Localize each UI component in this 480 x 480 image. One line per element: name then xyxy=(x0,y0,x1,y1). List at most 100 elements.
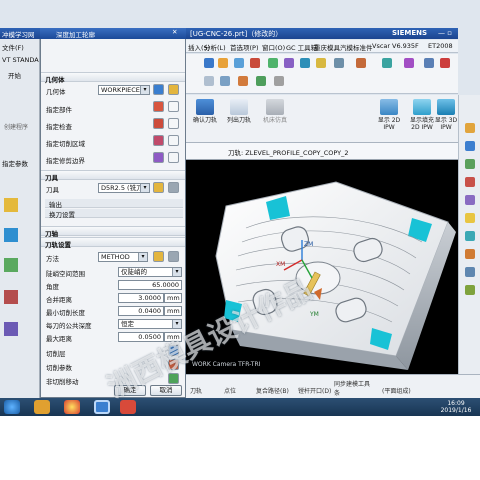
specify-cut-area-icon[interactable] xyxy=(153,135,164,146)
menu-preferences[interactable]: 首选项(P) xyxy=(230,42,259,52)
window-controls[interactable]: — ▫ xyxy=(438,29,452,37)
section-tool-axis[interactable]: 刀轴 xyxy=(41,226,185,238)
method-select[interactable]: METHOD xyxy=(98,252,148,262)
tool-change-row[interactable]: 换刀设置 xyxy=(45,209,183,219)
view-icon[interactable] xyxy=(334,58,344,68)
specify-cut-area-display-icon[interactable] xyxy=(168,135,179,146)
angle-input[interactable]: 65.0000 xyxy=(118,280,182,290)
help-icon[interactable] xyxy=(440,58,450,68)
min-cut-length-input[interactable]: 0.0400 xyxy=(118,306,164,316)
bottom-tool-toolpath[interactable]: 刀轨 xyxy=(190,386,202,395)
tool-new-icon[interactable] xyxy=(168,182,179,193)
redo-icon[interactable] xyxy=(250,58,260,68)
tool-select[interactable]: D5R2.5 (铣刀- xyxy=(98,183,150,193)
palette-mold-icon[interactable] xyxy=(465,249,475,259)
section-path-settings[interactable]: 刀轨设置 xyxy=(41,237,185,249)
taskbar-nx-icon[interactable] xyxy=(94,400,110,414)
palette-tools-icon[interactable] xyxy=(465,267,475,277)
palette-history-icon[interactable] xyxy=(465,159,475,169)
layer-icon[interactable] xyxy=(356,58,366,68)
specify-check-display-icon[interactable] xyxy=(168,118,179,129)
taskbar-chrome-icon[interactable] xyxy=(64,400,80,414)
left-method-icon[interactable] xyxy=(4,322,18,336)
bottom-tool-composite[interactable]: 复合路径(B) xyxy=(256,386,289,395)
left-tree-icon[interactable] xyxy=(4,258,18,272)
specify-trim-display-icon[interactable] xyxy=(168,152,179,163)
taskbar-explorer-icon[interactable] xyxy=(34,400,50,414)
left-nav-icon[interactable] xyxy=(4,228,18,242)
method-edit-icon[interactable] xyxy=(153,251,164,262)
left-start-menu[interactable]: 开始 xyxy=(8,70,21,80)
merge-distance-input[interactable]: 3.0000 xyxy=(118,293,164,303)
geometry-new-icon[interactable] xyxy=(168,84,179,95)
verify-toolpath-button[interactable]: 确认刀轨 xyxy=(190,99,220,124)
machine-sim-button[interactable]: 机床仿真 xyxy=(260,99,290,124)
left-menu-file[interactable]: 文件(F) xyxy=(2,42,24,52)
palette-web-icon[interactable] xyxy=(465,195,475,205)
ipw-2d-label: 显示 2D IPW xyxy=(377,117,401,131)
ipw-2d-button[interactable]: 显示 2D IPW xyxy=(372,99,406,131)
palette-nav-icon[interactable] xyxy=(465,141,475,151)
depth-per-cut-select[interactable]: 恒定 xyxy=(118,319,182,329)
measure-icon[interactable] xyxy=(424,58,434,68)
left-create-program[interactable]: 创建程序 xyxy=(4,122,28,131)
menu-et2008[interactable]: ET2008 xyxy=(428,42,453,50)
section-icon[interactable] xyxy=(404,58,414,68)
pan-icon[interactable] xyxy=(300,58,310,68)
menu-vscar[interactable]: Vscar xyxy=(372,42,390,50)
menu-version[interactable]: V6.935F xyxy=(392,42,419,50)
menu-analysis[interactable]: 分析(L) xyxy=(204,42,226,52)
brand-logo: SIEMENS xyxy=(392,29,428,37)
fit-icon[interactable] xyxy=(268,58,278,68)
zoom-icon[interactable] xyxy=(316,58,326,68)
bottom-tool-point[interactable]: 点位 xyxy=(224,386,236,395)
ipw-fill-button[interactable]: 显示填充 2D IPW xyxy=(408,99,436,131)
specify-trim-icon[interactable] xyxy=(153,152,164,163)
filter-icon[interactable] xyxy=(220,76,230,86)
wire-icon[interactable] xyxy=(274,76,284,86)
merge-distance-unit[interactable]: mm xyxy=(164,293,182,303)
geometry-select[interactable]: WORKPIECE xyxy=(98,85,150,95)
rotate-icon[interactable] xyxy=(284,58,294,68)
left-params[interactable]: 指定参数 xyxy=(2,158,28,168)
palette-library-icon[interactable] xyxy=(465,213,475,223)
dialog-close-icon[interactable]: ✕ xyxy=(172,28,177,36)
bottom-tool-sync-model[interactable]: 同步建模工具条 xyxy=(334,379,372,397)
start-button-icon[interactable] xyxy=(4,400,20,414)
steep-range-select[interactable]: 仅陡峭的 xyxy=(118,267,182,277)
geometry-label: 几何体 xyxy=(46,88,66,96)
taskbar-clock[interactable]: 16:09 2019/1/16 xyxy=(436,400,476,414)
left-vt-standard[interactable]: VT STANDA xyxy=(2,56,39,64)
bottom-tool-plane[interactable]: (平面组成) xyxy=(382,386,411,395)
menu-window[interactable]: 窗口(O) xyxy=(262,42,285,52)
specify-part-icon[interactable] xyxy=(153,101,164,112)
undo-icon[interactable] xyxy=(234,58,244,68)
tool-edit-icon[interactable] xyxy=(153,182,164,193)
point-icon[interactable] xyxy=(256,76,266,86)
method-new-icon[interactable] xyxy=(168,251,179,262)
section-tool[interactable]: 刀具 xyxy=(41,170,185,182)
select-icon[interactable] xyxy=(204,76,214,86)
section-geometry[interactable]: 几何体 xyxy=(41,72,185,84)
ipw-3d-button[interactable]: 显示 3D IPW xyxy=(434,99,458,131)
geometry-edit-icon[interactable] xyxy=(153,84,164,95)
menu-mold-standard[interactable]: 重庆模具汽模标准件 xyxy=(314,42,373,52)
palette-roles-icon[interactable] xyxy=(465,177,475,187)
save-icon[interactable] xyxy=(218,58,228,68)
palette-folder-icon[interactable] xyxy=(465,123,475,133)
palette-extra-icon[interactable] xyxy=(465,285,475,295)
bottom-tool-boring[interactable]: 镗杆开口(D) xyxy=(298,386,331,395)
open-icon[interactable] xyxy=(204,58,214,68)
min-cut-length-unit[interactable]: mm xyxy=(164,306,182,316)
snap-icon[interactable] xyxy=(238,76,248,86)
render-icon[interactable] xyxy=(382,58,392,68)
left-tool-icon[interactable] xyxy=(4,290,18,304)
left-folder-icon[interactable] xyxy=(4,198,18,212)
specify-check-icon[interactable] xyxy=(153,118,164,129)
tool-output-row[interactable]: 输出 xyxy=(45,199,183,209)
max-distance-label: 最大距离 xyxy=(46,335,72,343)
specify-part-display-icon[interactable] xyxy=(168,101,179,112)
menu-gc-toolbox[interactable]: GC 工具箱 xyxy=(286,42,317,52)
palette-system-icon[interactable] xyxy=(465,231,475,241)
list-toolpath-button[interactable]: 列出刀轨 xyxy=(224,99,254,124)
